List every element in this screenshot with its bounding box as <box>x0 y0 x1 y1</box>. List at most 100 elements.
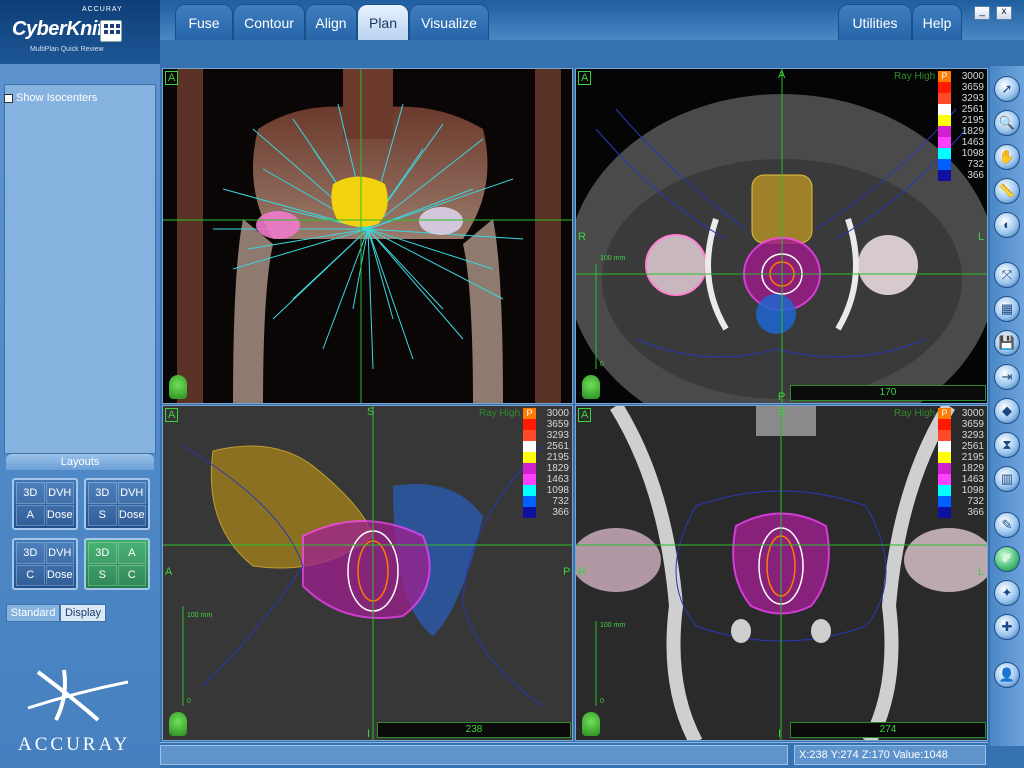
axial-slice-slider[interactable]: 170 <box>790 385 986 401</box>
orientation-head-icon[interactable] <box>582 375 600 399</box>
tab-contour[interactable]: Contour <box>233 4 305 40</box>
coronal-corner-label[interactable]: A <box>578 408 592 422</box>
coronal-orient-top: S <box>778 406 786 418</box>
show-isocenters-checkbox[interactable]: Show Isocenters <box>4 88 156 108</box>
tab-fuse[interactable]: Fuse <box>175 4 233 40</box>
close-button[interactable]: x <box>996 6 1012 20</box>
orientation-head-icon[interactable] <box>169 375 187 399</box>
dose-legend-value: 3659 <box>961 82 984 93</box>
dose-legend-header-swatch: P <box>523 408 536 419</box>
tab-display[interactable]: Display <box>60 604 106 622</box>
dose-legend-value: 732 <box>967 496 984 507</box>
ruler-icon[interactable]: 📏 <box>994 178 1020 204</box>
dose-legend-row: 3293 <box>523 430 572 441</box>
tab-visualize[interactable]: Visualize <box>409 4 489 40</box>
orientation-head-icon[interactable] <box>582 712 600 736</box>
fit-view-icon[interactable]: ⤧ <box>994 262 1020 288</box>
minimize-button[interactable]: _ <box>974 6 990 20</box>
dose-legend-value: 366 <box>552 507 569 518</box>
dose-legend-swatch <box>523 419 536 430</box>
beam-edit-icon[interactable]: ✐ <box>994 546 1020 572</box>
dose-legend-value: 2195 <box>961 452 984 463</box>
dose-legend-swatch <box>938 126 951 137</box>
dose-legend-swatch <box>523 430 536 441</box>
hourglass-icon[interactable]: ⧗ <box>994 432 1020 458</box>
view-coronal[interactable]: A S I R L Ray High 100 mm 0 P 3000 3659 329… <box>575 405 988 741</box>
sagittal-slice-slider[interactable]: 238 <box>377 722 571 738</box>
zoom-tool-icon[interactable]: 🔍 <box>994 110 1020 136</box>
dose-legend-row: 1463 <box>938 474 987 485</box>
user-icon[interactable]: 👤 <box>994 662 1020 688</box>
dose-legend-value: 2561 <box>961 441 984 452</box>
dose-legend-row: 1463 <box>938 137 987 148</box>
dose-legend-swatch <box>938 82 951 93</box>
view-axial[interactable]: A A P R L Ray High 100 mm 0 P 3000 3659 329… <box>575 68 988 404</box>
coronal-slice-slider[interactable]: 274 <box>790 722 986 738</box>
axial-slice-value: 170 <box>879 387 897 398</box>
coronal-orient-bottom: I <box>778 728 782 740</box>
save-icon[interactable]: 💾 <box>994 330 1020 356</box>
dose-legend-row: 2195 <box>938 452 987 463</box>
dose-legend-row: 1098 <box>938 148 987 159</box>
layout-3d-axial-sagittal-coronal[interactable]: 3D A S C <box>84 538 150 590</box>
dose-legend-value: 2561 <box>961 104 984 115</box>
dose-legend-value: 3000 <box>961 71 984 82</box>
tab-help[interactable]: Help <box>912 4 962 40</box>
contour-edit-icon[interactable]: ✎ <box>994 512 1020 538</box>
dose-legend-row: 2561 <box>938 441 987 452</box>
dose-legend-value: 1098 <box>961 148 984 159</box>
dose-legend-row: 2561 <box>938 104 987 115</box>
layout-cell: C <box>16 564 45 586</box>
layers-icon[interactable]: ◆ <box>994 398 1020 424</box>
dose-legend-swatch <box>938 148 951 159</box>
print-icon[interactable]: ▦ <box>994 296 1020 322</box>
beam-select-icon[interactable]: ✦ <box>994 580 1020 606</box>
axial-ray-label: Ray High <box>894 71 936 82</box>
dose-legend-header: P 3000 <box>938 408 987 419</box>
tab-standard[interactable]: Standard <box>6 604 60 622</box>
sagittal-corner-label[interactable]: A <box>165 408 179 422</box>
coronal-scale-label: 100 mm <box>600 622 626 629</box>
dose-legend-row: 1098 <box>523 485 572 496</box>
brand-subtitle: MultiPlan Quick Review <box>30 46 104 53</box>
dose-legend-row: 1463 <box>523 474 572 485</box>
dose-legend-swatch <box>938 430 951 441</box>
sagittal-scale-zero: 0 <box>187 698 191 705</box>
export-icon[interactable]: ⇥ <box>994 364 1020 390</box>
dose-legend-row: 366 <box>938 507 987 518</box>
axial-slice <box>576 69 987 403</box>
status-message-area <box>160 745 788 765</box>
dose-legend-value: 1098 <box>546 485 569 496</box>
dose-legend-swatch <box>938 115 951 126</box>
layout-3d-dvh-coronal-dose[interactable]: 3D DVH C Dose <box>12 538 78 590</box>
layout-cell: DVH <box>45 482 74 504</box>
dose-legend-swatch <box>938 137 951 148</box>
view-sagittal[interactable]: A S I A P Ray High 100 mm 0 P 3000 3659 329… <box>162 405 573 741</box>
dose-legend-swatch <box>523 507 536 518</box>
dose-legend-row: 366 <box>938 170 987 181</box>
tab-plan[interactable]: Plan <box>357 4 409 40</box>
coronal-slice <box>576 406 987 740</box>
axial-dose-legend: P 3000 3659 3293 2561 2195 1829 1463 1098 732 366 <box>938 71 987 181</box>
pan-hand-icon[interactable]: ✋ <box>994 144 1020 170</box>
dose-legend-value: 1463 <box>546 474 569 485</box>
view-3d-corner-label[interactable]: A <box>165 71 179 85</box>
layout-cell: DVH <box>45 542 74 564</box>
layout-3d-dvh-sagittal-dose[interactable]: 3D DVH S Dose <box>84 478 150 530</box>
pointer-tool-icon[interactable]: ➚ <box>994 76 1020 102</box>
beam-add-icon[interactable]: ✚ <box>994 614 1020 640</box>
tab-utilities[interactable]: Utilities <box>838 4 912 40</box>
orientation-head-icon[interactable] <box>169 712 187 736</box>
view-3d[interactable]: A <box>162 68 573 404</box>
sagittal-orient-left: A <box>165 566 173 578</box>
tab-align[interactable]: Align <box>305 4 357 40</box>
checkbox-box[interactable] <box>4 93 13 103</box>
dose-legend-swatch <box>938 485 951 496</box>
dose-settings-icon[interactable]: ▥ <box>994 466 1020 492</box>
dose-legend-value: 2195 <box>546 452 569 463</box>
dose-legend-value: 2195 <box>961 115 984 126</box>
window-level-icon[interactable]: ◐ <box>994 212 1020 238</box>
coronal-orient-right: L <box>978 566 985 578</box>
layout-3d-dvh-axial-dose[interactable]: 3D DVH A Dose <box>12 478 78 530</box>
axial-corner-label[interactable]: A <box>578 71 592 85</box>
